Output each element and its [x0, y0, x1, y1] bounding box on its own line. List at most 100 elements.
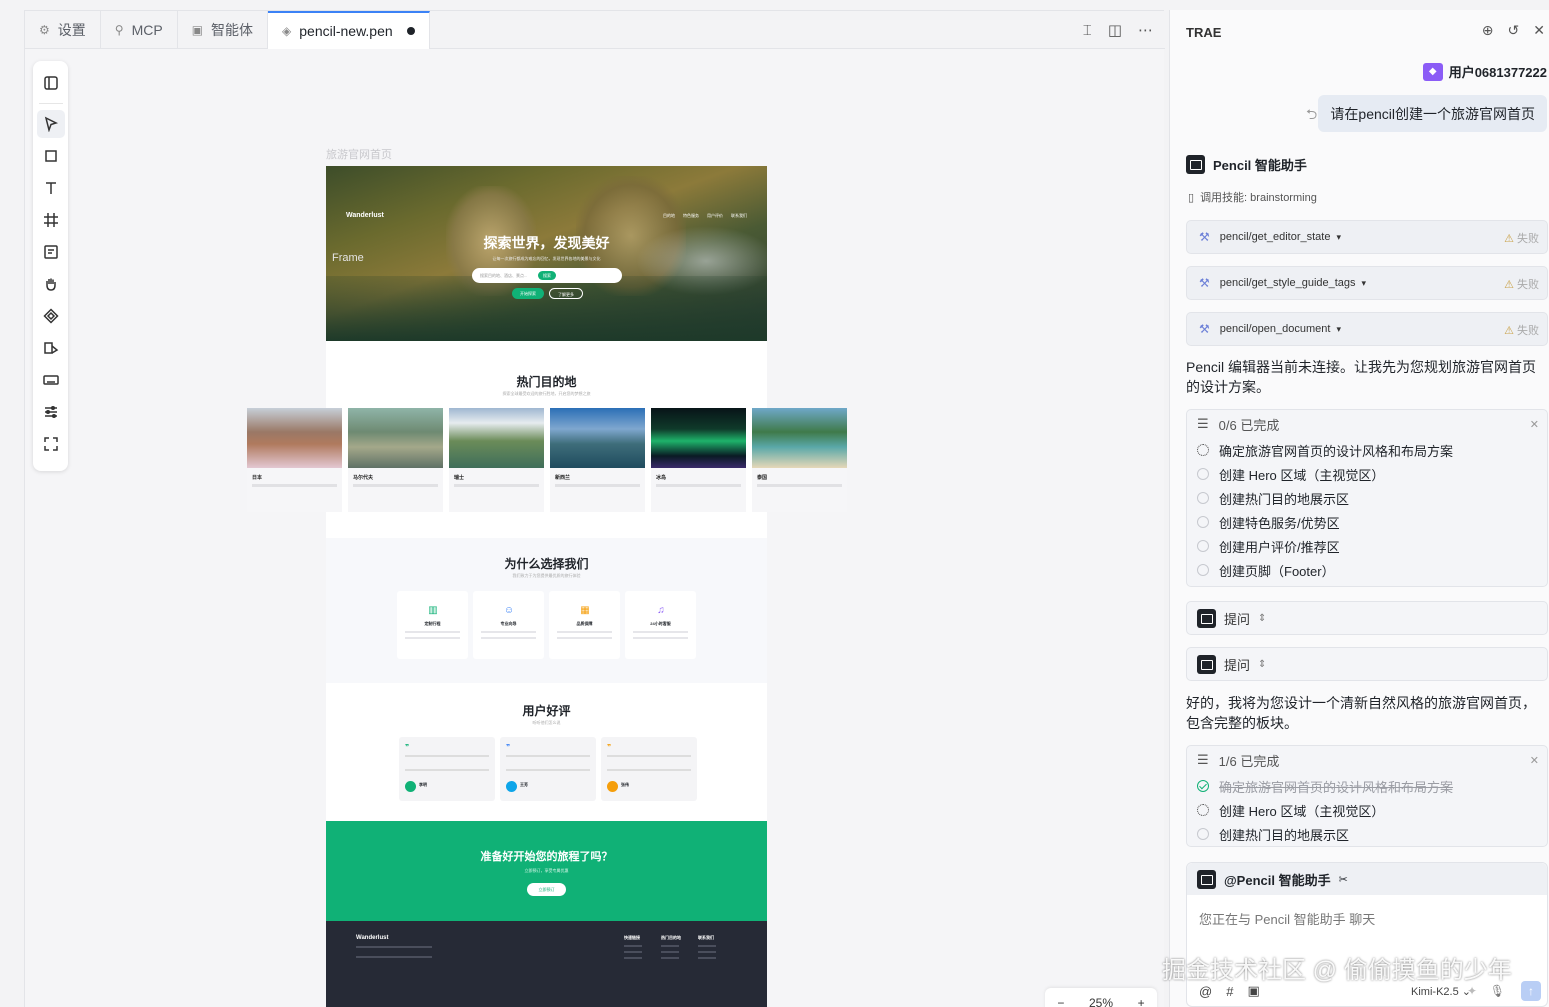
reviewer-name: 王芳 [520, 782, 528, 787]
destination-desc [656, 484, 741, 487]
bot-name: Pencil 智能助手 [1213, 158, 1307, 173]
tool-call[interactable]: ⚒ pencil/get_editor_state ▾ ⚠ 失败 [1186, 220, 1548, 254]
canvas-frame-label: 旅游官网首页 [326, 149, 392, 161]
hero-brand: Wanderlust [346, 212, 384, 219]
model-select[interactable]: Kimi-K2.5 ⌄ [1411, 985, 1471, 998]
user-row: ◆ 用户0681377222 [1422, 62, 1547, 81]
mic-icon[interactable]: 🎙 [1490, 984, 1505, 998]
fit-screen-icon[interactable] [37, 430, 65, 458]
tools-icon: ✂ [1338, 873, 1348, 886]
todo-item: 创建热门目的地展示区 [1187, 486, 1547, 510]
bot-avatar-icon [1197, 869, 1216, 889]
split-editor-icon[interactable]: ◫ [1108, 21, 1122, 39]
destination-name: 日本 [252, 475, 263, 481]
close-icon[interactable]: ✕ [1533, 22, 1545, 39]
chat-input[interactable]: 您正在与 Pencil 智能助手 聊天 [1199, 909, 1375, 928]
sliders-icon[interactable] [37, 398, 65, 426]
quote-icon: ❞ [405, 744, 410, 751]
new-chat-icon[interactable]: ⊕ [1482, 22, 1494, 39]
avatar [405, 781, 416, 792]
todo-header[interactable]: ☰ 0/6 已完成 ✕ [1187, 410, 1547, 438]
pointer-icon[interactable] [36, 110, 65, 138]
pending-icon [1197, 828, 1209, 840]
footer-desc [356, 946, 432, 958]
zoom-level[interactable]: 25% [1089, 996, 1113, 1007]
zoom-in-icon[interactable]: + [1138, 996, 1145, 1007]
todo-header[interactable]: ☰ 1/6 已完成 ✕ [1187, 746, 1547, 774]
hand-icon[interactable] [37, 270, 65, 298]
hash-icon[interactable]: # [1226, 984, 1233, 999]
list-icon: ☰ [1197, 752, 1209, 767]
image-icon[interactable]: ▣ [1247, 983, 1259, 999]
why-card-title: 定制行程 [424, 621, 441, 626]
bot-header: Pencil 智能助手 [1186, 155, 1307, 174]
destination-image [752, 408, 847, 468]
mention-label: @Pencil 智能助手 [1224, 872, 1331, 888]
pending-icon [1197, 516, 1209, 528]
ask-label: 提问 [1224, 657, 1251, 673]
todo-item: 创建用户评价/推荐区 [1187, 534, 1547, 558]
composer-mention[interactable]: @Pencil 智能助手 ✂ [1187, 863, 1547, 895]
wrench-icon: ⚒ [1199, 276, 1210, 290]
note-icon[interactable] [37, 238, 65, 266]
destination-card: 日本 [247, 408, 342, 512]
text-cursor-icon[interactable]: ⌶ [1083, 22, 1092, 39]
destinations-row: 日本 马尔代夫 瑞士 新西兰 冰岛 泰国 [247, 408, 847, 514]
tool-call[interactable]: ⚒ pencil/get_style_guide_tags ▾ ⚠ 失败 [1186, 266, 1548, 300]
component-icon[interactable] [37, 302, 65, 330]
tab-pencil-file[interactable]: ◈ pencil-new.pen [268, 11, 430, 49]
zoom-out-icon[interactable]: − [1057, 996, 1064, 1007]
rectangle-icon[interactable] [37, 142, 65, 170]
footer-column: 快速链接 [624, 935, 642, 959]
tab-label: 设置 [57, 22, 86, 38]
tab-settings[interactable]: ⚙ 设置 [25, 11, 101, 49]
sidebar-toggle-icon[interactable] [37, 69, 65, 97]
destination-name: 冰岛 [656, 475, 667, 481]
destinations-title: 热门目的地 [516, 375, 577, 389]
zoom-control: − 25% + [1045, 988, 1157, 1007]
at-icon[interactable]: @ [1199, 984, 1212, 999]
footer-column: 联系我们 [698, 935, 716, 959]
destination-desc [757, 484, 842, 487]
tool-call[interactable]: ⚒ pencil/open_document ▾ ⚠ 失败 [1186, 312, 1548, 346]
review-card: ❞ 张伟 [601, 737, 697, 801]
tool-call-name: pencil/get_editor_state [1219, 231, 1331, 243]
bot-avatar-icon [1186, 155, 1205, 174]
why-title: 为什么选择我们 [504, 557, 589, 571]
destinations-subtitle: 探索全球最受欢迎的旅行胜地，开启您的梦想之旅 [502, 391, 591, 396]
todo-item: 创建 Hero 区域（主视觉区） [1187, 798, 1547, 822]
undo-icon[interactable]: ⮌ [1306, 104, 1317, 128]
why-card-title: 品质保障 [576, 621, 593, 626]
reviews-title: 用户好评 [522, 704, 571, 718]
footer-section: Wanderlust 快速链接 热门目的地 联系我们 [326, 921, 767, 1007]
destination-image [348, 408, 443, 468]
hero-nav-item: 目的地 [663, 213, 675, 218]
text-icon[interactable] [37, 174, 65, 202]
shield-icon: ◈ [282, 24, 292, 38]
more-icon[interactable]: ⋯ [1138, 21, 1153, 39]
send-button[interactable]: ↑ [1521, 981, 1541, 1001]
history-icon[interactable]: ↺ [1508, 22, 1520, 39]
gear-icon: ⚙ [39, 23, 50, 37]
reviews-subtitle: 听听他们怎么说 [532, 720, 561, 725]
ask-block[interactable]: 提问 ⇕ [1186, 647, 1548, 681]
collapse-icon[interactable]: ✕ [1530, 754, 1539, 767]
destination-card: 瑞士 [449, 408, 544, 512]
tab-mcp[interactable]: ⚲ MCP [101, 11, 178, 49]
collapse-icon[interactable]: ✕ [1530, 418, 1539, 431]
destination-image [550, 408, 645, 468]
tab-bar: ⚙ 设置 ⚲ MCP ▣ 智能体 ◈ pencil-new.pen ⌶ ◫ ⋯ [25, 11, 1165, 49]
keyboard-icon[interactable] [37, 366, 65, 394]
pending-icon [1197, 540, 1209, 552]
cta-button: 立即预订 [527, 883, 566, 896]
expand-icon: ⇕ [1258, 612, 1267, 624]
sparkle-icon[interactable]: ✦ [1467, 984, 1477, 998]
map-icon: ▥ [428, 605, 438, 616]
design-frame[interactable]: Frame Wanderlust 目的地 特色服务 用户评价 联系我们 探索世界… [247, 166, 847, 1007]
tool-palette [33, 61, 68, 471]
style-icon[interactable] [37, 334, 65, 362]
frame-icon[interactable] [37, 206, 65, 234]
ask-block[interactable]: 提问 ⇕ [1186, 601, 1548, 635]
user-avatar-icon: ◆ [1422, 62, 1443, 81]
tab-agent[interactable]: ▣ 智能体 [178, 11, 269, 49]
